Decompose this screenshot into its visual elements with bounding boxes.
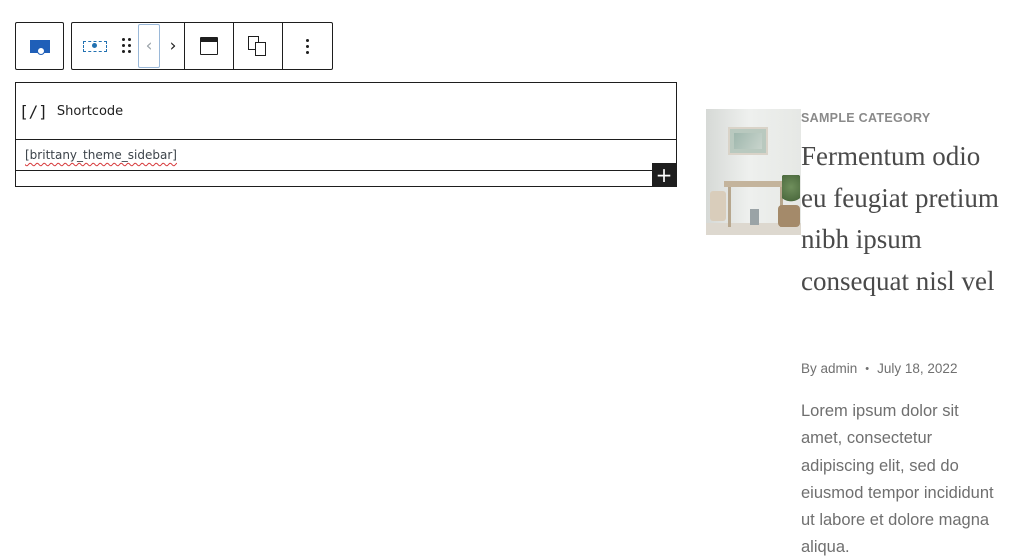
transform-button[interactable] — [234, 23, 282, 69]
shortcode-block-label: Shortcode — [56, 103, 124, 119]
shortcode-block-icon — [83, 40, 107, 52]
more-options-button[interactable] — [283, 23, 331, 69]
post-author[interactable]: By admin — [801, 361, 857, 376]
drag-handle-icon — [122, 38, 132, 54]
shortcode-input[interactable]: [brittany_theme_sidebar] — [16, 140, 676, 171]
chevron-right-icon: › — [169, 35, 177, 56]
align-button[interactable] — [185, 23, 233, 69]
shortcode-block-header: [/] Shortcode — [16, 83, 676, 140]
align-full-width-icon — [200, 37, 218, 55]
post-category[interactable]: SAMPLE CATEGORY — [801, 111, 931, 125]
more-vertical-icon — [305, 38, 309, 54]
toolbar-block-group: ‹ › — [71, 22, 333, 70]
cover-block-icon — [29, 39, 50, 55]
post-thumbnail[interactable] — [706, 109, 801, 235]
post-title[interactable]: Fermentum odio eu feugiat pretium nibh i… — [801, 136, 1011, 303]
shortcode-icon: [/] — [19, 101, 48, 121]
meta-separator: • — [865, 362, 870, 375]
move-right-button[interactable]: › — [162, 23, 184, 69]
chevron-left-icon: ‹ — [145, 35, 153, 56]
toolbar-parent-group — [15, 22, 64, 70]
post-date[interactable]: July 18, 2022 — [877, 361, 957, 376]
add-block-button[interactable]: + — [652, 163, 676, 186]
post-excerpt: Lorem ipsum dolor sit amet, consectetur … — [801, 402, 994, 557]
select-parent-button[interactable] — [29, 23, 50, 69]
transform-icon — [248, 36, 268, 56]
post-meta: By admin • July 18, 2022 — [801, 361, 957, 376]
block-type-button[interactable] — [72, 23, 118, 69]
shortcode-input-value: [brittany_theme_sidebar] — [25, 148, 177, 162]
move-left-button[interactable]: ‹ — [136, 23, 162, 69]
shortcode-block[interactable]: [/] Shortcode [brittany_theme_sidebar] — [15, 82, 677, 187]
drag-handle-button[interactable] — [118, 23, 136, 69]
